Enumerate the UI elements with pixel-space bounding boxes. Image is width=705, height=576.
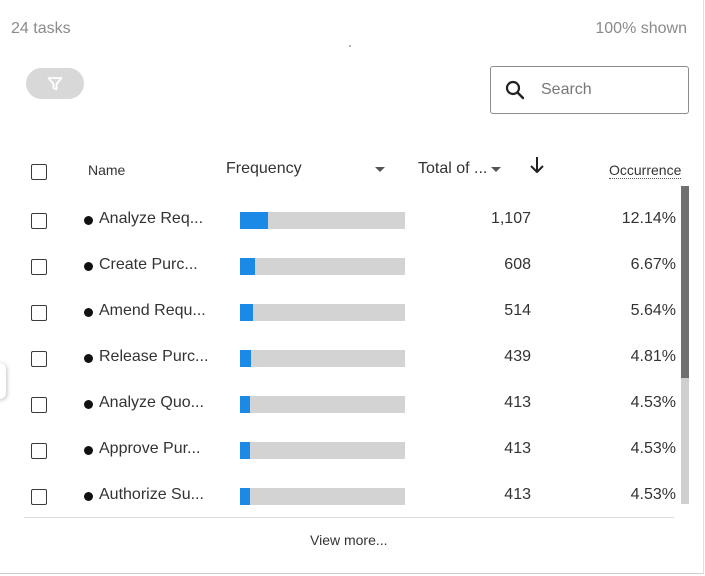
frequency-bar-fill	[240, 396, 250, 413]
bullet-icon	[84, 262, 93, 271]
table-row[interactable]: Analyze Req... 1,107 12.14%	[0, 206, 690, 252]
row-checkbox[interactable]	[31, 213, 47, 229]
table-row[interactable]: Analyze Quo... 413 4.53%	[0, 390, 690, 436]
task-name: Analyze Req...	[99, 210, 204, 227]
divider-dot	[349, 45, 351, 47]
frequency-bar	[240, 258, 405, 275]
frequency-bar	[240, 350, 405, 367]
task-occurrence: 4.81%	[630, 348, 676, 365]
frequency-dropdown-icon[interactable]	[373, 164, 387, 174]
bullet-icon	[84, 446, 93, 455]
row-checkbox[interactable]	[31, 351, 47, 367]
column-header-frequency[interactable]: Frequency	[226, 160, 302, 178]
task-name: Release Purc...	[99, 348, 209, 365]
frequency-bar	[240, 488, 405, 505]
row-checkbox[interactable]	[31, 397, 47, 413]
task-total: 439	[504, 348, 531, 365]
row-checkbox[interactable]	[31, 489, 47, 505]
task-total: 608	[504, 256, 531, 273]
arrow-down-icon[interactable]	[528, 155, 546, 175]
bullet-icon	[84, 216, 93, 225]
frequency-bar-fill	[240, 304, 253, 321]
frequency-bar-fill	[240, 350, 251, 367]
frequency-bar	[240, 212, 405, 229]
task-name: Approve Pur...	[99, 440, 201, 457]
filter-button[interactable]	[26, 68, 84, 99]
shown-percentage: 100% shown	[595, 20, 687, 37]
column-header-name[interactable]: Name	[88, 162, 125, 178]
task-name: Authorize Su...	[99, 486, 204, 503]
task-total: 1,107	[490, 210, 531, 227]
search-input[interactable]	[539, 80, 673, 100]
frequency-bar-fill	[240, 258, 255, 275]
column-header-occurrence[interactable]: Occurrence	[609, 163, 682, 179]
task-occurrence: 6.67%	[630, 256, 676, 273]
task-total: 413	[504, 486, 531, 503]
table-row[interactable]: Create Purc... 608 6.67%	[0, 252, 690, 298]
task-occurrence: 12.14%	[621, 210, 676, 227]
task-occurrence: 4.53%	[630, 486, 676, 503]
task-total: 413	[504, 394, 531, 411]
task-occurrence: 5.64%	[630, 302, 676, 319]
task-name: Amend Requ...	[99, 302, 206, 319]
row-checkbox[interactable]	[31, 443, 47, 459]
bullet-icon	[84, 354, 93, 363]
frequency-bar-fill	[240, 488, 250, 505]
table-row[interactable]: Release Purc... 439 4.81%	[0, 344, 690, 390]
task-count: 24 tasks	[11, 20, 71, 37]
task-total: 514	[504, 302, 531, 319]
table-row[interactable]: Authorize Su... 413 4.53%	[0, 482, 690, 528]
frequency-bar	[240, 304, 405, 321]
select-all-checkbox[interactable]	[31, 164, 47, 180]
task-occurrence: 4.53%	[630, 394, 676, 411]
view-more-link[interactable]: View more...	[310, 532, 388, 548]
scrollbar-thumb[interactable]	[681, 186, 689, 378]
task-total: 413	[504, 440, 531, 457]
column-header-total[interactable]: Total of ...	[418, 160, 487, 178]
table-row[interactable]: Amend Requ... 514 5.64%	[0, 298, 690, 344]
bullet-icon	[84, 492, 93, 501]
row-checkbox[interactable]	[31, 259, 47, 275]
row-checkbox[interactable]	[31, 305, 47, 321]
tasks-panel: 24 tasks 100% shown Name Frequency Total…	[0, 0, 704, 574]
search-field[interactable]	[490, 66, 689, 114]
table-divider	[24, 517, 674, 518]
frequency-bar	[240, 396, 405, 413]
filter-icon	[47, 76, 63, 90]
bullet-icon	[84, 308, 93, 317]
search-icon	[491, 67, 539, 113]
total-dropdown-icon[interactable]	[489, 164, 503, 174]
task-name: Analyze Quo...	[99, 394, 204, 411]
bullet-icon	[84, 400, 93, 409]
frequency-bar	[240, 442, 405, 459]
task-occurrence: 4.53%	[630, 440, 676, 457]
table-row[interactable]: Approve Pur... 413 4.53%	[0, 436, 690, 482]
vertical-scrollbar[interactable]	[681, 186, 689, 504]
frequency-bar-fill	[240, 442, 250, 459]
frequency-bar-fill	[240, 212, 268, 229]
task-name: Create Purc...	[99, 256, 198, 273]
